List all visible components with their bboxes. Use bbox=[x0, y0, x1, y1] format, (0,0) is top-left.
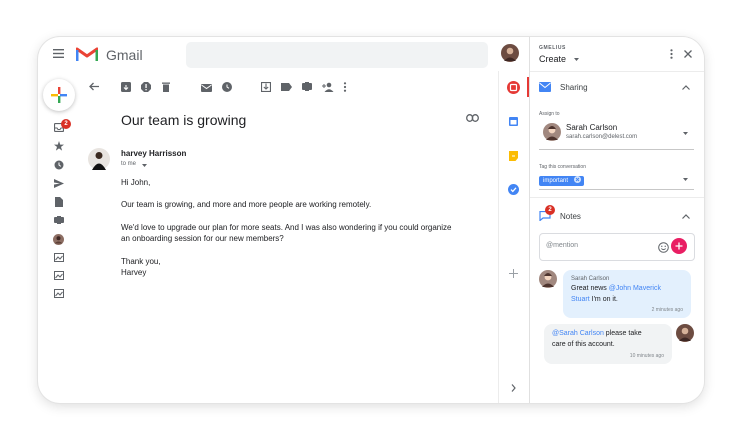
divider bbox=[530, 197, 704, 198]
chevron-down-icon[interactable] bbox=[142, 164, 147, 167]
add-person-icon[interactable] bbox=[322, 82, 334, 92]
tag-chip-label: important bbox=[543, 178, 569, 184]
note-mention[interactable]: @John Maverick bbox=[609, 285, 661, 292]
emoji-icon[interactable] bbox=[658, 242, 669, 253]
assignee-select-underline bbox=[539, 149, 694, 150]
assignee-email: sarah.carlson@delest.com bbox=[566, 134, 638, 140]
assignee-name: Sarah Carlson bbox=[566, 123, 618, 132]
panel-title[interactable]: Create bbox=[539, 54, 566, 64]
move-to-icon[interactable] bbox=[261, 82, 271, 92]
image-icon[interactable] bbox=[54, 271, 64, 280]
assign-to-label: Assign to bbox=[539, 111, 560, 117]
snooze-clock-icon[interactable] bbox=[222, 82, 232, 92]
tasks-addon-icon[interactable] bbox=[508, 184, 519, 195]
label-icon[interactable] bbox=[281, 83, 292, 91]
note-message: Sarah Carlson Great news @John Maverick … bbox=[563, 270, 691, 318]
gmail-wordmark: Gmail bbox=[106, 47, 143, 63]
image-icon[interactable] bbox=[54, 253, 64, 262]
gmail-header: Gmail bbox=[38, 37, 498, 71]
email-paragraph-1: Our team is growing, and more and more p… bbox=[121, 200, 372, 209]
note-text-line-1: Great news @John Maverick bbox=[571, 285, 661, 292]
note-author-avatar bbox=[539, 270, 557, 288]
note-time: 10 minutes ago bbox=[629, 353, 664, 359]
more-vert-icon[interactable] bbox=[343, 82, 347, 92]
file-icon[interactable] bbox=[55, 197, 63, 207]
folder-icon[interactable] bbox=[302, 82, 312, 91]
notes-badge: 2 bbox=[545, 205, 555, 215]
message-toolbar bbox=[82, 77, 498, 97]
calendar-addon-icon[interactable] bbox=[509, 117, 518, 126]
note-mention-cont[interactable]: Stuart bbox=[571, 296, 590, 303]
addon-rail bbox=[498, 71, 530, 403]
assignee-avatar bbox=[543, 123, 561, 141]
link-icon[interactable] bbox=[466, 114, 479, 122]
close-icon[interactable] bbox=[684, 50, 692, 58]
recipient-label[interactable]: to me bbox=[121, 161, 136, 167]
tag-chip[interactable]: important bbox=[539, 176, 584, 186]
notes-section-title: Notes bbox=[560, 212, 581, 221]
tag-dropdown-icon[interactable] bbox=[683, 178, 688, 181]
search-bar[interactable] bbox=[186, 42, 488, 68]
inbox-badge: 2 bbox=[61, 119, 71, 129]
sender-name: harvey Harrisson bbox=[121, 149, 187, 158]
send-icon[interactable] bbox=[54, 179, 64, 188]
back-arrow-icon[interactable] bbox=[89, 82, 99, 91]
note-input-placeholder: @mention bbox=[546, 242, 579, 249]
contact-avatar-icon[interactable] bbox=[53, 234, 64, 245]
tag-label: Tag this conversation bbox=[539, 164, 586, 170]
email-signoff: Thank you, bbox=[121, 257, 161, 266]
app-window: Gmail 2 Our team is growing harvey Harri… bbox=[38, 37, 704, 403]
chevron-down-icon[interactable] bbox=[574, 58, 579, 61]
label-folder-icon[interactable] bbox=[54, 216, 64, 224]
note-text-line-1: @Sarah Carlson please take bbox=[552, 330, 642, 337]
image-icon[interactable] bbox=[54, 289, 64, 298]
sender-avatar[interactable] bbox=[88, 148, 110, 170]
archive-icon[interactable] bbox=[121, 82, 131, 92]
mark-unread-icon[interactable] bbox=[201, 82, 212, 92]
keep-addon-icon[interactable] bbox=[509, 151, 518, 161]
email-paragraph-2-line-2: an onboarding session for our new member… bbox=[121, 234, 284, 243]
left-nav-rail: 2 bbox=[38, 71, 82, 403]
add-note-button[interactable] bbox=[671, 238, 687, 254]
note-time: 2 minutes ago bbox=[651, 307, 683, 313]
hamburger-menu-icon[interactable] bbox=[53, 49, 64, 58]
sharing-mail-icon bbox=[539, 82, 551, 92]
note-text-line-2: care of this account. bbox=[552, 341, 615, 348]
assignee-dropdown-icon[interactable] bbox=[683, 132, 688, 135]
note-text-line-2: Stuart I'm on it. bbox=[571, 296, 618, 303]
email-paragraph-2-line-1: We'd love to upgrade our plan for more s… bbox=[121, 223, 452, 232]
chevron-up-icon[interactable] bbox=[682, 214, 690, 219]
panel-brand: GMELIUS bbox=[539, 45, 566, 51]
star-icon[interactable] bbox=[54, 141, 64, 151]
note-author-avatar bbox=[676, 324, 694, 342]
report-spam-icon[interactable] bbox=[141, 82, 151, 92]
gmelius-addon-icon[interactable] bbox=[507, 81, 520, 94]
note-mention[interactable]: @Sarah Carlson bbox=[552, 330, 604, 337]
clock-icon[interactable] bbox=[54, 160, 64, 170]
chevron-right-icon[interactable] bbox=[511, 384, 516, 392]
email-subject: Our team is growing bbox=[121, 112, 247, 128]
email-greeting: Hi John, bbox=[121, 178, 151, 187]
remove-tag-icon[interactable] bbox=[573, 176, 581, 183]
divider bbox=[530, 71, 704, 72]
trash-icon[interactable] bbox=[162, 82, 170, 92]
email-signature: Harvey bbox=[121, 268, 147, 277]
account-avatar[interactable] bbox=[501, 44, 519, 62]
gmelius-panel: GMELIUS Create Sharing Assign to Sarah C… bbox=[529, 37, 704, 403]
gmail-logo-icon bbox=[76, 47, 98, 61]
chevron-up-icon[interactable] bbox=[682, 85, 690, 90]
add-addon-icon[interactable] bbox=[509, 269, 518, 278]
sharing-section-title: Sharing bbox=[560, 83, 588, 92]
note-message: @Sarah Carlson please take care of this … bbox=[544, 324, 672, 364]
tag-select-underline bbox=[539, 189, 694, 190]
note-author: Sarah Carlson bbox=[571, 276, 610, 282]
more-vert-icon[interactable] bbox=[670, 49, 673, 59]
